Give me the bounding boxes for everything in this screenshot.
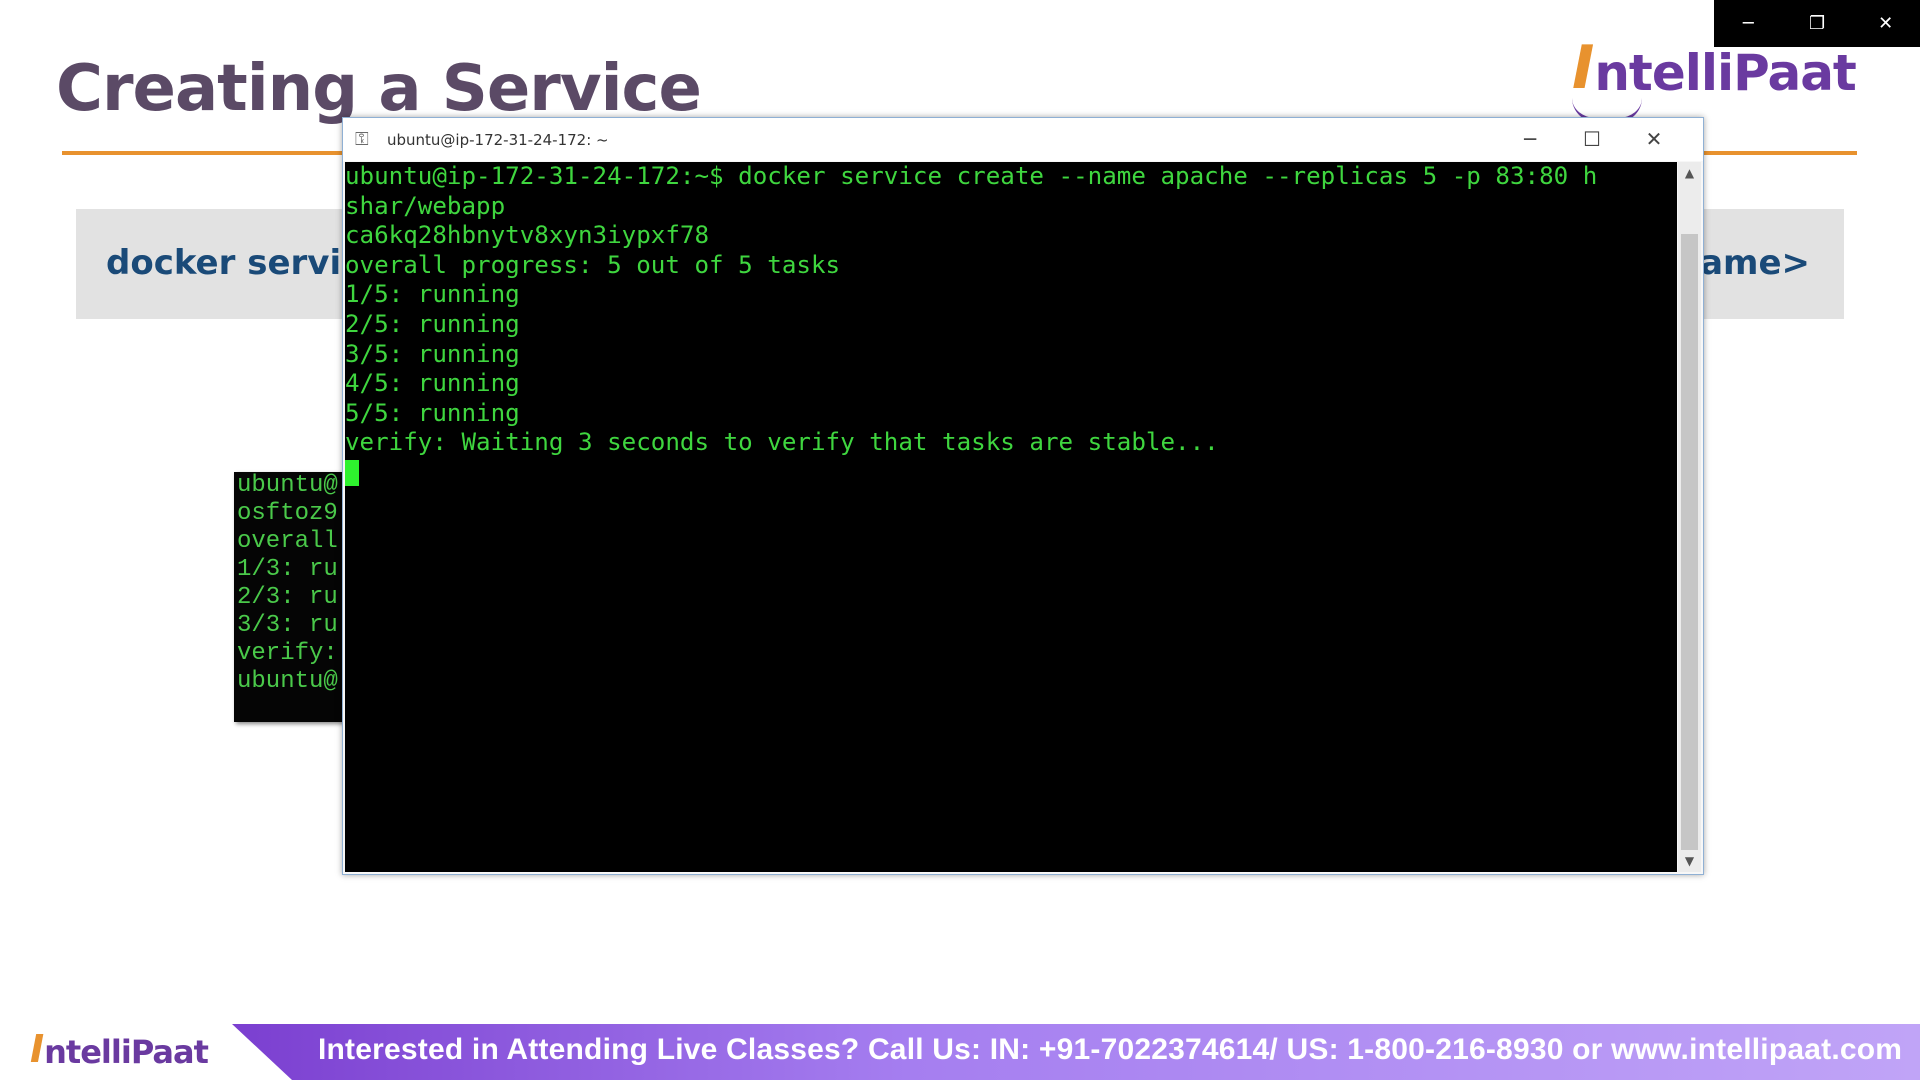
terminal-line: shar/webapp <box>345 191 506 220</box>
background-terminal-line: verify: <box>237 640 338 667</box>
background-terminal-line: overall <box>237 528 338 555</box>
banner-message: Interested in Attending Live Classes? Ca… <box>318 1033 1903 1066</box>
terminal-output[interactable]: ubuntu@ip-172-31-24-172:~$ docker servic… <box>345 162 1677 872</box>
terminal-line: overall progress: 5 out of 5 tasks <box>345 250 841 279</box>
promo-banner: I ntelliPaat Interested in Attending Liv… <box>0 1018 1920 1080</box>
terminal-scrollbar[interactable]: ▲ ▼ <box>1678 162 1701 872</box>
terminal-maximize-button[interactable]: ☐ <box>1567 124 1617 154</box>
terminal-titlebar[interactable]: ⚿ ubuntu@ip-172-31-24-172: ~ ─ ☐ ✕ <box>343 118 1703 161</box>
terminal-line: 4/5: running <box>345 369 520 398</box>
scrollbar-thumb[interactable] <box>1681 234 1698 850</box>
banner-logo-text: ntelliPaat <box>44 1033 209 1071</box>
background-terminal-line: 2/3: ru <box>237 584 338 611</box>
banner-logo: I ntelliPaat <box>30 1027 209 1071</box>
slide-title: Creating a Service <box>56 52 702 126</box>
terminal-window[interactable]: ⚿ ubuntu@ip-172-31-24-172: ~ ─ ☐ ✕ ubunt… <box>342 117 1704 875</box>
intellipaat-logo: I ntelliPaat <box>1572 33 1857 122</box>
terminal-cursor-line <box>345 458 1677 488</box>
terminal-cursor <box>345 459 359 486</box>
banner-logo-mark: I <box>30 1027 45 1071</box>
terminal-line: 3/5: running <box>345 339 520 368</box>
terminal-title: ubuntu@ip-172-31-24-172: ~ <box>387 131 609 149</box>
terminal-close-button[interactable]: ✕ <box>1629 124 1679 154</box>
terminal-line: ca6kq28hbnytv8xyn3iypxf78 <box>345 221 710 250</box>
background-terminal: ubuntu@ osftoz9 overall 1/3: ru 2/3: ru … <box>234 472 346 722</box>
background-terminal-line: ubuntu@ <box>237 472 338 499</box>
terminal-line: 2/5: running <box>345 309 520 338</box>
background-terminal-line: 1/3: ru <box>237 556 338 583</box>
scroll-down-arrow[interactable]: ▼ <box>1678 850 1701 872</box>
terminal-line: verify: Waiting 3 seconds to verify that… <box>345 428 1219 457</box>
command-syntax-left: docker servic <box>106 243 362 283</box>
background-terminal-line: 3/3: ru <box>237 612 338 639</box>
logo-mark: I <box>1572 33 1595 103</box>
background-terminal-line: osftoz9 <box>237 500 338 527</box>
terminal-line: 5/5: running <box>345 398 520 427</box>
background-terminal-line: ubuntu@ <box>237 668 338 695</box>
terminal-line: ubuntu@ip-172-31-24-172:~$ docker servic… <box>345 162 1598 190</box>
scroll-up-arrow[interactable]: ▲ <box>1678 162 1701 184</box>
putty-icon: ⚿ <box>355 129 369 150</box>
terminal-minimize-button[interactable]: ─ <box>1505 124 1555 154</box>
logo-text: ntelliPaat <box>1594 44 1857 102</box>
close-button[interactable]: ✕ <box>1851 0 1920 47</box>
terminal-line: 1/5: running <box>345 280 520 309</box>
